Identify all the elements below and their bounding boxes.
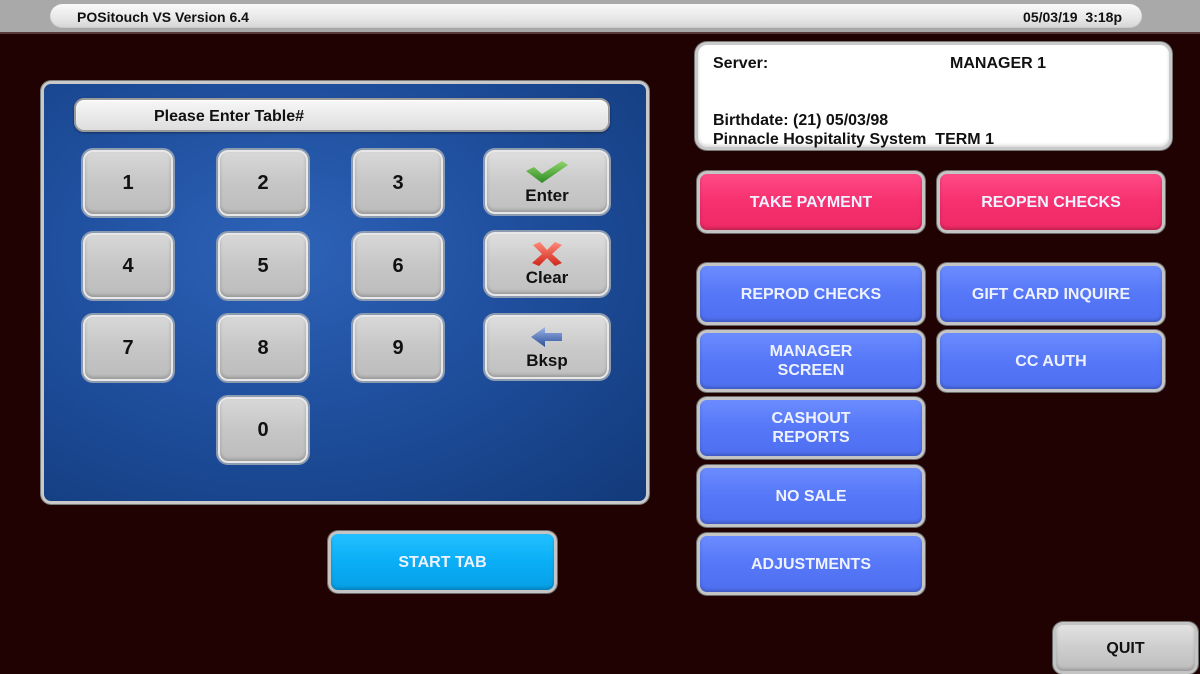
key-7[interactable]: 7	[83, 315, 173, 381]
app-title: POSitouch VS Version 6.4	[77, 9, 249, 25]
key-6[interactable]: 6	[353, 233, 443, 299]
manager-screen-button[interactable]: MANAGER SCREEN	[697, 330, 925, 392]
key-0[interactable]: 0	[218, 397, 308, 463]
enter-label: Enter	[525, 185, 569, 205]
no-sale-button[interactable]: NO SALE	[697, 465, 925, 527]
system-terminal: Pinnacle Hospitality System TERM 1	[713, 131, 994, 148]
table-number-prompt: Please Enter Table#	[154, 108, 304, 125]
take-payment-button[interactable]: TAKE PAYMENT	[697, 171, 925, 233]
checkmark-icon	[524, 159, 570, 185]
gift-card-inquire-button[interactable]: GIFT CARD INQUIRE	[937, 263, 1165, 325]
server-label: Server:	[713, 55, 769, 72]
key-8[interactable]: 8	[218, 315, 308, 381]
key-5[interactable]: 5	[218, 233, 308, 299]
key-9[interactable]: 9	[353, 315, 443, 381]
key-4[interactable]: 4	[83, 233, 173, 299]
x-icon	[529, 241, 565, 267]
clear-button[interactable]: Clear	[485, 232, 609, 296]
key-1[interactable]: 1	[83, 150, 173, 216]
adjustments-button[interactable]: ADJUSTMENTS	[697, 533, 925, 595]
title-bar: POSitouch VS Version 6.4 05/03/19 3:18p	[0, 0, 1200, 34]
server-name: MANAGER 1	[950, 55, 1047, 72]
reopen-checks-button[interactable]: REOPEN CHECKS	[937, 171, 1165, 233]
bksp-label: Bksp	[526, 350, 568, 370]
cashout-reports-button[interactable]: CASHOUT REPORTS	[697, 397, 925, 459]
quit-button[interactable]: QUIT	[1053, 622, 1198, 674]
date-time: 05/03/19 3:18p	[1023, 9, 1122, 25]
start-tab-button[interactable]: START TAB	[328, 531, 557, 593]
keypad-panel: Please Enter Table# 1 2 3 4 5 6 7 8 9 0 …	[41, 81, 649, 504]
enter-button[interactable]: Enter	[485, 150, 609, 214]
key-3[interactable]: 3	[353, 150, 443, 216]
table-number-input[interactable]: Please Enter Table#	[74, 98, 610, 132]
clear-label: Clear	[525, 267, 569, 287]
server-info-box: Server: MANAGER 1 Birthdate: (21) 05/03/…	[695, 42, 1172, 150]
arrow-left-icon	[529, 324, 565, 350]
birthdate: Birthdate: (21) 05/03/98	[713, 112, 889, 129]
key-2[interactable]: 2	[218, 150, 308, 216]
cc-auth-button[interactable]: CC AUTH	[937, 330, 1165, 392]
reprod-checks-button[interactable]: REPROD CHECKS	[697, 263, 925, 325]
backspace-button[interactable]: Bksp	[485, 315, 609, 379]
